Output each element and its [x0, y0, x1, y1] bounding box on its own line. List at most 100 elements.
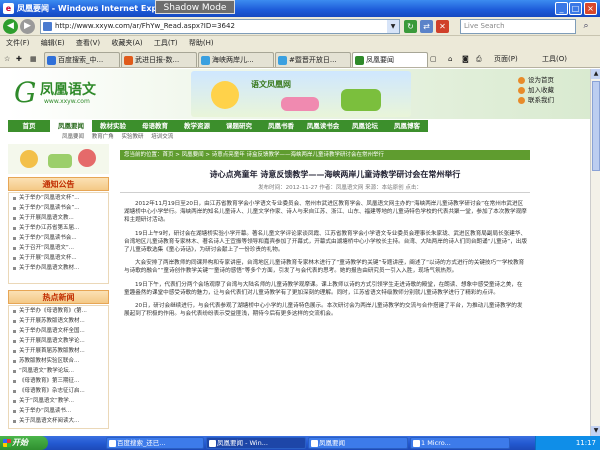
- link-label: 加入收藏: [528, 86, 554, 94]
- banner-flower: [281, 97, 319, 111]
- add-favorites-icon[interactable]: ✚: [16, 53, 22, 66]
- menu-file[interactable]: 文件(F): [6, 39, 30, 47]
- list-item[interactable]: 关于开展首届苏教版教材...: [9, 346, 108, 356]
- ie-icon: e: [3, 3, 14, 14]
- minimize-button[interactable]: _: [555, 2, 568, 15]
- subnav-item[interactable]: 凤凰要闻: [62, 134, 84, 140]
- subnav-item[interactable]: 实验教研: [122, 134, 144, 140]
- address-dropdown-icon[interactable]: ▼: [387, 20, 399, 33]
- notice-list: 关于举办“凤凰语文杯”... 关于举办“凤凰读书会”... 关于开展凤凰语文教.…: [8, 192, 109, 284]
- main-nav: 首页 凤凰要闻 教材实验 母语教育 教学资源 课题研究 凤凰书香 凤凰读书会 凤…: [8, 120, 428, 132]
- shadow-mode-badge: Shadow Mode: [155, 0, 235, 14]
- article-title: 诗心点亮童年 诗意反馈教学——海峡两岸儿童诗教学研讨会在常州举行: [209, 170, 461, 179]
- favorites-star-icon[interactable]: ☆: [4, 53, 10, 66]
- list-item[interactable]: 关于举办江苏省第五届...: [9, 223, 108, 233]
- list-item[interactable]: “凤凰语文”教学论坛...: [9, 366, 108, 376]
- menu-view[interactable]: 查看(V): [76, 39, 100, 47]
- scroll-down-icon[interactable]: ▼: [591, 426, 600, 436]
- subnav-item[interactable]: 教育广角: [92, 134, 114, 140]
- new-tab-icon[interactable]: ▢: [430, 53, 437, 66]
- article-paragraph: 20日，研讨会继续进行，与会代表参观了湖塘桥中心小学的儿童诗特色展示。本次研讨会…: [124, 303, 523, 318]
- list-item[interactable]: 关于举办《母语教育》(第...: [9, 306, 108, 316]
- page-menu[interactable]: 页面(P): [494, 53, 518, 66]
- list-item[interactable]: 关于开展凤凰语文教学论...: [9, 336, 108, 346]
- menu-favorites[interactable]: 收藏夹(A): [111, 39, 142, 47]
- compat-icon[interactable]: ⇄: [420, 20, 433, 33]
- taskbar-item[interactable]: 凤凰要闻 - Win...: [206, 437, 306, 449]
- forward-button[interactable]: ▶: [20, 19, 35, 34]
- tab-baidu[interactable]: 百度搜索_中...: [44, 52, 120, 67]
- list-item[interactable]: 关于举办凤凰语文教材...: [9, 263, 108, 273]
- back-button[interactable]: ◀: [3, 19, 18, 34]
- tab-icon: [124, 56, 133, 65]
- home-icon[interactable]: ⌂: [448, 53, 452, 66]
- menu-tools[interactable]: 工具(T): [154, 39, 178, 47]
- list-item[interactable]: 关于开展苏教版语文教材...: [9, 316, 108, 326]
- refresh-icon[interactable]: ↻: [404, 20, 417, 33]
- nav-blog[interactable]: 凤凰博客: [386, 120, 428, 132]
- list-item[interactable]: 关于凤凰语文杯阅读大...: [9, 416, 108, 426]
- sub-nav: 凤凰要闻 教育广角 实验教研 培训交流: [62, 133, 179, 142]
- tab-list-icon[interactable]: ▦: [30, 53, 37, 66]
- print-icon[interactable]: ⎙: [476, 53, 482, 66]
- nav-reading-club[interactable]: 凤凰读书会: [302, 120, 344, 132]
- scroll-up-icon[interactable]: ▲: [591, 69, 600, 79]
- logo-name: 凤凰语文: [40, 82, 96, 98]
- search-input[interactable]: Live Search: [460, 19, 576, 34]
- list-item[interactable]: 《母语教育》杂志征订启...: [9, 386, 108, 396]
- nav-forum[interactable]: 凤凰论坛: [344, 120, 386, 132]
- home-link-icon: [518, 77, 525, 84]
- feeds-icon[interactable]: ◙: [462, 53, 469, 66]
- nav-research[interactable]: 课题研究: [218, 120, 260, 132]
- nav-resources[interactable]: 教学资源: [176, 120, 218, 132]
- left-column: 通知公告 关于举办“凤凰语文杯”... 关于举办“凤凰读书会”... 关于开展凤…: [8, 144, 109, 436]
- list-item[interactable]: 关于举办“凤凰语文杯”...: [9, 193, 108, 203]
- list-item[interactable]: 《母语教育》第三期征...: [9, 376, 108, 386]
- tab-wujin[interactable]: 武进日报-数...: [121, 52, 197, 67]
- address-input[interactable]: http://www.xxyw.com/ar/FhYw_Read.aspx?ID…: [40, 19, 400, 34]
- taskbar-item[interactable]: 1 Micro...: [410, 437, 510, 449]
- menu-edit[interactable]: 编辑(E): [41, 39, 65, 47]
- set-home-link[interactable]: 设为首页: [518, 75, 554, 85]
- notice-panel-title: 通知公告: [8, 177, 109, 191]
- nav-textbook[interactable]: 教材实验: [92, 120, 134, 132]
- tab-open-day[interactable]: #暨晋开放日...: [275, 52, 351, 67]
- list-item[interactable]: 关于举办凤凰语文杯全国...: [9, 326, 108, 336]
- stop-icon[interactable]: ✕: [436, 20, 449, 33]
- list-item[interactable]: 关于举办“凤凰读书会...: [9, 233, 108, 243]
- list-item[interactable]: 关于举办“凤凰读书会”...: [9, 203, 108, 213]
- article-meta: 发布时间：2012-11-27 作者：凤凰语文网 来源：本站原创 点击：: [258, 185, 422, 191]
- site-logo[interactable]: G 凤凰语文 www.xxyw.com: [14, 77, 134, 109]
- nav-mother-tongue[interactable]: 母语教育: [134, 120, 176, 132]
- list-item[interactable]: 苏教版教材实验区联合...: [9, 356, 108, 366]
- subnav-item[interactable]: 培训交流: [151, 134, 173, 140]
- tab-haixia[interactable]: 海峡两岸儿...: [198, 52, 274, 67]
- nav-news[interactable]: 凤凰要闻: [50, 120, 92, 132]
- contact-link[interactable]: 联系我们: [518, 95, 554, 105]
- maximize-button[interactable]: □: [569, 2, 582, 15]
- menu-help[interactable]: 帮助(H): [189, 39, 214, 47]
- scroll-thumb[interactable]: [592, 81, 600, 171]
- tab-label: 百度搜索_中...: [58, 56, 104, 64]
- nav-books[interactable]: 凤凰书香: [260, 120, 302, 132]
- article-paragraph: 大会安排了两岸教师的同课异构和专家讲座，台湾地区儿童诗教育专家林木进行了“童诗教…: [124, 260, 525, 275]
- tools-menu[interactable]: 工具(O): [542, 53, 567, 66]
- list-item[interactable]: 关于开展凤凰语文教...: [9, 213, 108, 223]
- list-item[interactable]: 关于举办“凤凰读书...: [9, 406, 108, 416]
- close-button[interactable]: ×: [584, 2, 597, 15]
- taskbar-item[interactable]: 百度搜索_还已...: [106, 437, 204, 449]
- list-item[interactable]: 关于开展“凤凰语文杯...: [9, 253, 108, 263]
- page-content: G 凤凰语文 www.xxyw.com 语文凤凰网 设为首页 加入收藏 联系我们…: [0, 69, 590, 436]
- tab-icon: [47, 56, 56, 65]
- start-label: 开始: [12, 438, 28, 447]
- list-item[interactable]: 关于召开“凤凰语文”...: [9, 243, 108, 253]
- list-item[interactable]: 关于“凤凰语文”教学...: [9, 396, 108, 406]
- start-button[interactable]: 开始: [0, 436, 48, 450]
- taskbar-item[interactable]: 凤凰要闻: [308, 437, 408, 449]
- tab-fenghuang[interactable]: 凤凰要闻: [352, 52, 428, 67]
- vertical-scrollbar[interactable]: ▲ ▼: [590, 69, 600, 436]
- address-toolbar: ◀ ▶ http://www.xxyw.com/ar/FhYw_Read.asp…: [0, 17, 600, 36]
- add-favorite-link[interactable]: 加入收藏: [518, 85, 554, 95]
- search-icon[interactable]: ⌕: [579, 20, 593, 33]
- nav-home[interactable]: 首页: [8, 120, 50, 132]
